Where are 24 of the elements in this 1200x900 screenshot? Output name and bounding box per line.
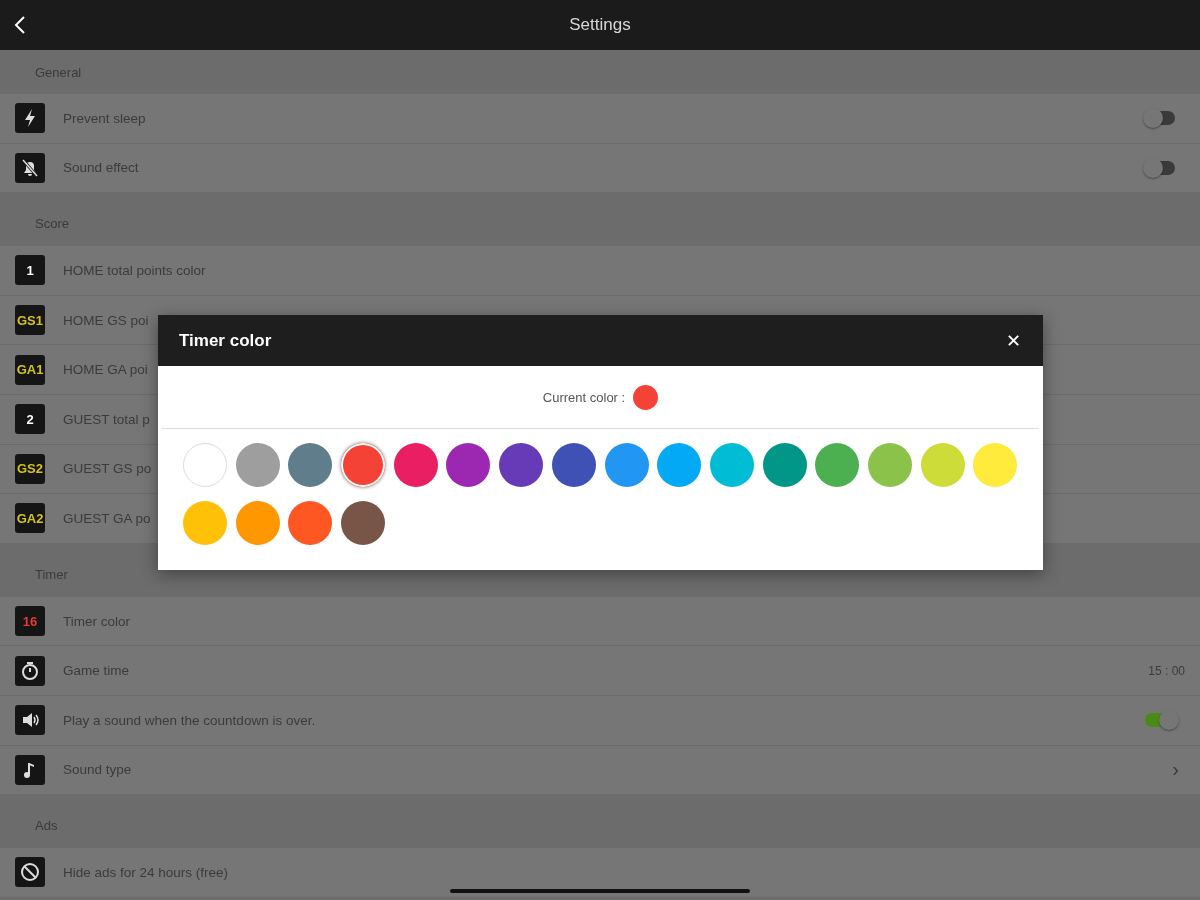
row-label: GUEST GS po	[63, 461, 152, 477]
badge-label: GS2	[17, 462, 43, 476]
row-label: HOME total points color	[63, 263, 206, 278]
row-label: Timer color	[63, 613, 130, 629]
badge-label: 2	[26, 412, 34, 426]
current-color-label: Current color :	[542, 389, 626, 405]
screen-title: Settings	[569, 15, 631, 35]
badge-label: GA2	[16, 511, 44, 525]
row-label: Prevent sleep	[63, 110, 146, 126]
row-label: GUEST total p	[63, 411, 150, 427]
badge-label: GA1	[16, 363, 44, 377]
row-label: Sound effect	[63, 160, 139, 176]
dialog-title: Timer color	[179, 330, 272, 351]
badge-label: 16	[22, 614, 38, 628]
row-label: Hide ads for 24 hours (free)	[63, 864, 229, 880]
chevron-icon: ›	[1172, 758, 1179, 782]
row-label: HOME GS poi	[63, 312, 149, 328]
row-label: Game time	[63, 663, 130, 679]
row-label: HOME GA poi	[63, 362, 148, 378]
row-value: 15 : 00	[1148, 663, 1185, 678]
row-label: GUEST GA po	[63, 510, 151, 526]
badge-label: GS1	[17, 313, 43, 327]
row-label: Sound type	[63, 762, 132, 778]
badge-label: 1	[26, 264, 34, 277]
